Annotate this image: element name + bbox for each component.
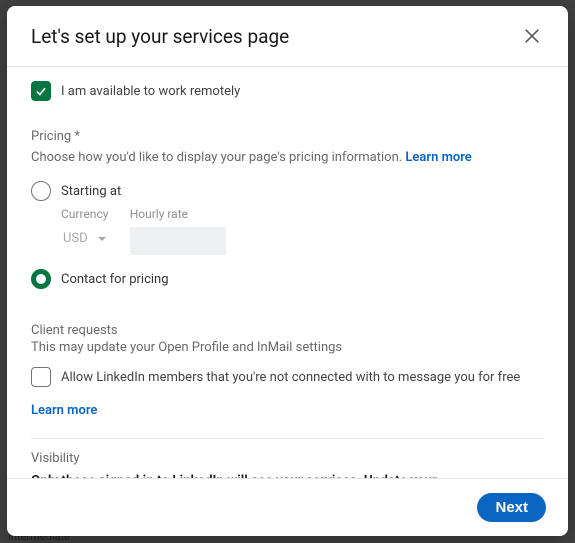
currency-column: Currency USD xyxy=(61,207,110,255)
allow-messages-checkbox[interactable] xyxy=(31,367,51,387)
hourly-header: Hourly rate xyxy=(130,207,226,221)
services-setup-modal: Let's set up your services page I am ava… xyxy=(7,6,568,536)
modal-footer: Next xyxy=(7,478,568,536)
chevron-down-icon xyxy=(96,233,108,245)
pricing-learn-more-link[interactable]: Learn more xyxy=(405,150,471,165)
section-divider xyxy=(31,438,544,439)
currency-header: Currency xyxy=(61,207,110,221)
visibility-section: Visibility Only those signed in to Linke… xyxy=(31,451,544,478)
close-icon xyxy=(522,26,542,46)
contact-pricing-option[interactable]: Contact for pricing xyxy=(31,269,544,289)
client-heading: Client requests xyxy=(31,323,544,338)
next-button[interactable]: Next xyxy=(477,493,546,522)
rate-inputs: Currency USD Hourly rate xyxy=(61,207,544,255)
client-sub: This may update your Open Profile and In… xyxy=(31,340,544,355)
remote-label: I am available to work remotely xyxy=(61,84,240,99)
client-requests-section: Client requests This may update your Ope… xyxy=(31,323,544,418)
pricing-section: Pricing * Choose how you'd like to displ… xyxy=(31,129,544,289)
modal-body[interactable]: I am available to work remotely Pricing … xyxy=(7,67,568,478)
pricing-sub-span: Choose how you'd like to display your pa… xyxy=(31,150,405,165)
starting-at-option[interactable]: Starting at xyxy=(31,181,544,201)
starting-at-radio[interactable] xyxy=(31,181,51,201)
hourly-rate-input[interactable] xyxy=(130,227,226,255)
currency-value: USD xyxy=(63,231,88,246)
modal-title: Let's set up your services page xyxy=(31,25,289,48)
contact-pricing-radio[interactable] xyxy=(31,269,51,289)
visibility-heading: Visibility xyxy=(31,451,544,466)
starting-at-label: Starting at xyxy=(61,184,121,199)
contact-pricing-label: Contact for pricing xyxy=(61,272,169,287)
pricing-heading: Pricing * xyxy=(31,129,544,144)
remote-checkbox-row[interactable]: I am available to work remotely xyxy=(31,81,544,101)
allow-messages-label: Allow LinkedIn members that you're not c… xyxy=(61,370,520,385)
visibility-audience: All LinkedIn members xyxy=(465,472,544,478)
hourly-column: Hourly rate xyxy=(130,207,226,255)
remote-checkbox[interactable] xyxy=(31,81,51,101)
currency-select[interactable]: USD xyxy=(61,227,110,250)
client-learn-more-link[interactable]: Learn more xyxy=(31,403,97,418)
pricing-subtext: Choose how you'd like to display your pa… xyxy=(31,150,544,165)
close-button[interactable] xyxy=(516,20,548,52)
allow-messages-row[interactable]: Allow LinkedIn members that you're not c… xyxy=(31,367,544,387)
check-icon xyxy=(34,84,48,98)
visibility-text: Only those signed in to LinkedIn will se… xyxy=(31,472,445,478)
modal-header: Let's set up your services page xyxy=(7,6,568,67)
visibility-row: Only those signed in to LinkedIn will se… xyxy=(31,472,544,478)
